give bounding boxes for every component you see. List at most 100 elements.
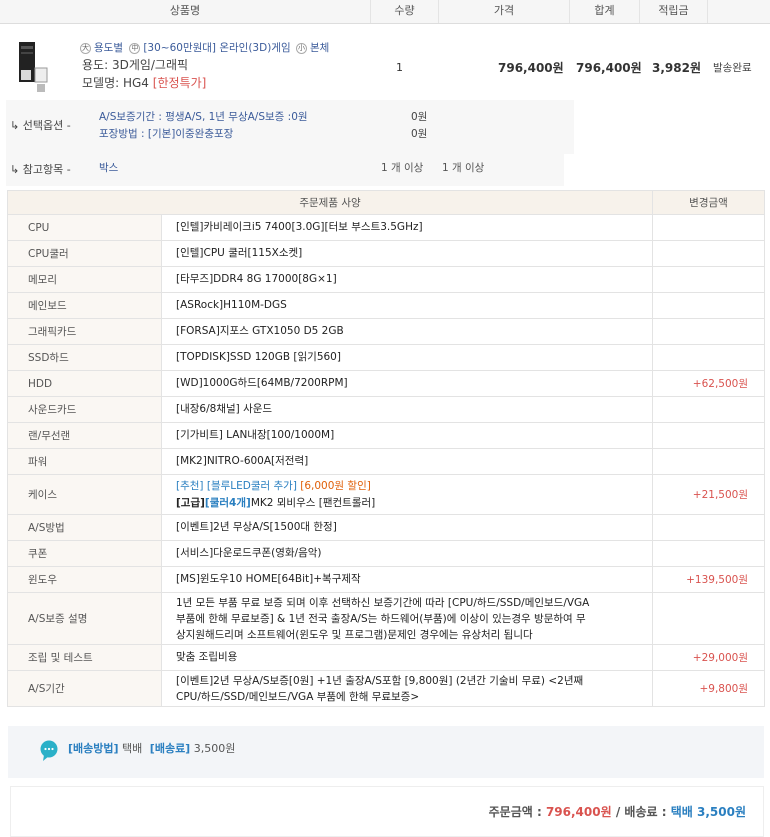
spec-row: 사운드카드 [내장6/8채널] 사운드 <box>7 396 765 423</box>
spec-value: 맞춤 조립비용 <box>161 644 653 671</box>
reference-qty-2: 1 개 이상 <box>442 162 485 174</box>
reference-label-text: 참고항목 - <box>22 163 71 176</box>
return-arrow-icon: ↳ <box>10 119 20 132</box>
col-price: 가격 <box>438 0 569 23</box>
shipping-fee-summary-label: 배송료 : <box>624 805 667 819</box>
size-badge-small-icon: 小 <box>295 43 307 54</box>
category-type-link[interactable]: 본체 <box>310 42 329 54</box>
spec-price: +21,500원 <box>652 474 765 515</box>
spec-value: [인텔]CPU 쿨러[115X소켓] <box>161 240 653 267</box>
spec-key: CPU쿨러 <box>7 240 162 267</box>
option-price: 0원 <box>411 111 428 123</box>
spec-price <box>652 214 765 241</box>
spec-price <box>652 344 765 371</box>
product-price: 796,400원 <box>498 61 564 75</box>
product-points: 3,982원 <box>652 61 701 75</box>
spec-value-warranty: 1년 모든 부품 무료 보증 되며 이후 선택하신 보증기간에 따라 [CPU/… <box>161 592 653 645</box>
warranty-line: 부품에 한해 무료보증] & 1년 전국 출장A/S는 하드웨어(부품)에 이상… <box>176 612 586 625</box>
category-price-link[interactable]: [30~60만원대] 온라인(3D)게임 <box>143 42 290 54</box>
spec-price: +29,000원 <box>652 644 765 671</box>
spec-price <box>652 514 765 541</box>
spec-table: 주문제품 사양 변경금액 CPU [인텔]카비레이크i5 7400[3.0G][터… <box>7 190 765 707</box>
case-discount: [6,000원 할인] <box>300 479 371 492</box>
product-status: 발송완료 <box>713 62 752 74</box>
spec-key: A/S기간 <box>7 670 162 707</box>
spec-price: +62,500원 <box>652 370 765 397</box>
spec-key: 메인보드 <box>7 292 162 319</box>
size-badge-medium-icon: 中 <box>129 43 141 54</box>
shipping-method: 택배 <box>122 742 143 755</box>
options-label: ↳ 선택옵션 - <box>10 117 71 133</box>
product-usage: 용도: 3D게임/그래픽 <box>82 58 189 72</box>
spec-key: 케이스 <box>7 474 162 515</box>
spec-header-spec: 주문제품 사양 <box>7 190 653 215</box>
col-product: 상품명 <box>169 4 201 17</box>
order-summary: 주문금액 : 796,400원 / 배송료 : 택배 3,500원 <box>489 803 746 820</box>
spec-price <box>652 448 765 475</box>
spec-price <box>652 540 765 567</box>
spec-row-as-period: A/S기간 [이벤트]2년 무상A/S보증[0원] +1년 출장A/S포함 [9… <box>7 670 765 707</box>
case-model: MK2 뫼비우스 [팬컨트롤러] <box>250 496 376 509</box>
product-category-line: 大 용도별 中 [30~60만원대] 온라인(3D)게임 小 본체 <box>80 40 380 54</box>
spec-key: 사운드카드 <box>7 396 162 423</box>
col-total: 합계 <box>569 0 639 23</box>
order-amount-label: 주문금액 : <box>488 805 542 819</box>
return-arrow-icon: ↳ <box>10 163 20 176</box>
spec-key: A/S보증 설명 <box>7 592 162 645</box>
spec-value: [FORSA]지포스 GTX1050 D5 2GB <box>161 318 653 345</box>
warranty-line: 1년 모든 부품 무료 보증 되며 이후 선택하신 보증기간에 따라 [CPU/… <box>176 596 590 609</box>
product-model: 모델명: HG4 [한정특가] <box>82 74 206 91</box>
spec-row: CPU쿨러 [인텔]CPU 쿨러[115X소켓] <box>7 240 765 267</box>
spec-value: [MS]윈도우10 HOME[64Bit]+복구제작 <box>161 566 653 593</box>
product-qty: 1 <box>396 61 403 74</box>
reference-item: 박스 <box>99 162 119 174</box>
spec-header-price: 변경금액 <box>652 190 765 215</box>
spec-value: [내장6/8채널] 사운드 <box>161 396 653 423</box>
spec-value: [WD]1000G하드[64MB/7200RPM] <box>161 370 653 397</box>
shipping-method-label: [배송방법] <box>68 742 119 755</box>
spec-key: CPU <box>7 214 162 241</box>
warranty-line: 상지원해드리며 소프트웨어(윈도우 및 프로그램)문제인 경우에는 유상처리 됩… <box>176 628 533 641</box>
category-usage-link[interactable]: 용도별 <box>94 42 123 54</box>
spec-row: 메인보드 [ASRock]H110M-DGS <box>7 292 765 319</box>
spec-row: HDD [WD]1000G하드[64MB/7200RPM] +62,500원 <box>7 370 765 397</box>
spec-value: [이벤트]2년 무상A/S[1500대 한정] <box>161 514 653 541</box>
spec-row: 메모리 [타무즈]DDR4 8G 17000[8G×1] <box>7 266 765 293</box>
spec-row: 그래픽카드 [FORSA]지포스 GTX1050 D5 2GB <box>7 318 765 345</box>
spec-value-case: [추천] [블루LED쿨러 추가] [6,000원 할인] [고급][쿨러4개]… <box>161 474 653 515</box>
spec-value-as-period: [이벤트]2년 무상A/S보증[0원] +1년 출장A/S포함 [9,800원]… <box>161 670 653 707</box>
order-table-header: 상품명 수량 가격 합계 적립금 <box>0 0 770 24</box>
spec-key: HDD <box>7 370 162 397</box>
spec-row-case: 케이스 [추천] [블루LED쿨러 추가] [6,000원 할인] [고급][쿨… <box>7 474 765 515</box>
as-period-line: CPU/하드/SSD/메인보드/VGA 부품에 한해 무료보증> <box>176 690 420 703</box>
option-item: A/S보증기간 : 평생A/S, 1년 무상A/S보증 :0원 <box>99 111 308 123</box>
shipping-fee: 3,500원 <box>193 742 236 755</box>
spec-price: +9,800원 <box>652 670 765 707</box>
spec-key: 윈도우 <box>7 566 162 593</box>
spec-price <box>652 266 765 293</box>
case-grade: [고급] <box>176 496 205 509</box>
spec-row-warranty: A/S보증 설명 1년 모든 부품 무료 보증 되며 이후 선택하신 보증기간에… <box>7 592 765 645</box>
spec-value: [TOPDISK]SSD 120GB [읽기560] <box>161 344 653 371</box>
option-price: 0원 <box>411 128 428 140</box>
product-image[interactable] <box>15 40 51 94</box>
spec-key: 조립 및 테스트 <box>7 644 162 671</box>
spec-row-assembly: 조립 및 테스트 맞춤 조립비용 +29,000원 <box>7 644 765 671</box>
product-model-label: 모델명: HG4 <box>82 76 149 90</box>
case-recommend: [추천] [블루LED쿨러 추가] <box>176 479 297 492</box>
speech-bubble-icon <box>40 740 58 765</box>
spec-price <box>652 396 765 423</box>
shipping-method-summary: 택배 <box>670 805 693 819</box>
shipping-fee-label: [배송료] <box>149 742 191 755</box>
spec-key: 쿠폰 <box>7 540 162 567</box>
spec-price: +139,500원 <box>652 566 765 593</box>
options-label-text: 선택옵션 - <box>22 119 71 132</box>
summary-separator: / <box>615 805 621 819</box>
spec-price <box>652 240 765 267</box>
col-qty: 수량 <box>370 0 438 23</box>
spec-row: 윈도우 [MS]윈도우10 HOME[64Bit]+복구제작 +139,500원 <box>7 566 765 593</box>
spec-header-row: 주문제품 사양 변경금액 <box>7 190 765 215</box>
shipping-info: [배송방법] 택배 [배송료] 3,500원 <box>68 740 235 756</box>
case-coolers: [쿨러4개] <box>204 496 251 509</box>
spec-key: A/S방법 <box>7 514 162 541</box>
